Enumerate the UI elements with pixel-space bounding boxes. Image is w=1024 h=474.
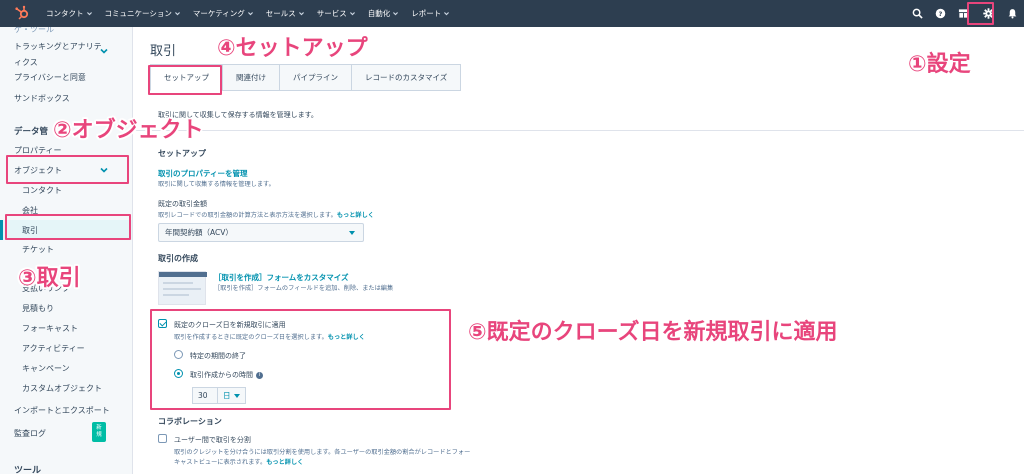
highlight-close-date bbox=[150, 309, 451, 410]
nav-label: セールス bbox=[265, 9, 296, 18]
tab-pipelines[interactable]: パイプライン bbox=[279, 64, 352, 91]
sidebar-item-sandbox[interactable]: サンドボックス bbox=[14, 93, 70, 104]
sidebar-item-audit-log[interactable]: 監査ログ bbox=[14, 428, 46, 439]
nav-reports[interactable]: レポート bbox=[411, 8, 450, 19]
chevron-down-icon bbox=[393, 12, 399, 16]
annotation-setup: ④セットアップ bbox=[217, 36, 368, 61]
learn-more-link[interactable]: もっと詳しく bbox=[337, 212, 374, 219]
nav-label: レポート bbox=[411, 9, 442, 18]
bell-icon bbox=[1008, 9, 1017, 19]
nav-automation[interactable]: 自動化 bbox=[368, 8, 399, 19]
sidebar-item-custom-objects[interactable]: カスタムオブジェクト bbox=[22, 383, 102, 394]
thumbnail-line bbox=[163, 288, 201, 290]
split-deals-checkbox[interactable] bbox=[158, 434, 167, 443]
section-title-creation: 取引の作成 bbox=[158, 254, 198, 263]
caret-down-icon bbox=[349, 231, 355, 235]
badge-text: 新 bbox=[96, 425, 102, 432]
learn-more-link[interactable]: もっと詳しく bbox=[266, 459, 303, 466]
nav-label: コミュニケーション bbox=[104, 9, 172, 18]
tab-associations[interactable]: 関連付け bbox=[222, 64, 280, 91]
highlight-settings bbox=[967, 2, 994, 25]
form-preview-thumbnail bbox=[158, 271, 207, 305]
split-deals-label: ユーザー間で取引を分割 bbox=[174, 436, 251, 444]
split-deals-description-2: キャストビューに表示されます。もっと詳しく bbox=[174, 457, 303, 466]
chevron-down-icon[interactable] bbox=[100, 48, 108, 54]
select-value: 年間契約額（ACV） bbox=[165, 228, 233, 237]
help-button[interactable]: ? bbox=[929, 0, 952, 27]
sidebar-item-cut[interactable]: ゲ・ツール bbox=[14, 27, 54, 35]
nav-contacts[interactable]: コンタクト bbox=[46, 8, 92, 19]
default-amount-description: 取引レコードでの取引金額の計算方法と表示方法を選択します。もっと詳しく bbox=[158, 210, 374, 219]
tab-record-customization[interactable]: レコードのカスタマイズ bbox=[351, 64, 462, 91]
setup-link-description: 取引に関して収集する情報を管理します。 bbox=[158, 181, 275, 188]
top-nav-bar: コンタクト コミュニケーション マーケティング セールス サービス 自動化 レポ… bbox=[0, 0, 1024, 27]
split-deals-description: 取引のクレジットを分け合うには取引分割を使用します。各ユーザーの取引金額の割合が… bbox=[174, 449, 471, 456]
main-nav: コンタクト コミュニケーション マーケティング セールス サービス 自動化 レポ… bbox=[46, 0, 450, 27]
highlight-setup-tab bbox=[148, 65, 222, 95]
sidebar-item-import-export[interactable]: インポートとエクスポート bbox=[14, 405, 110, 416]
annotation-settings: ①設定 bbox=[908, 52, 971, 77]
chevron-down-icon bbox=[349, 12, 355, 16]
highlight-deals bbox=[5, 214, 131, 240]
chevron-down-icon bbox=[174, 12, 180, 16]
highlight-objects bbox=[6, 155, 129, 184]
nav-label: 自動化 bbox=[367, 9, 391, 18]
chevron-down-icon bbox=[86, 12, 92, 16]
search-icon bbox=[912, 8, 923, 19]
sidebar-item-campaigns[interactable]: キャンペーン bbox=[22, 363, 70, 374]
notifications-button[interactable] bbox=[1001, 0, 1024, 27]
manage-deal-properties-link[interactable]: 取引のプロパティーを管理 bbox=[158, 168, 248, 179]
settings-sidebar: ゲ・ツール トラッキングとアナリテ ィクス プライバシーと同意 サンドボックス … bbox=[0, 27, 133, 474]
sidebar-item-tracking[interactable]: トラッキングとアナリテ ィクス bbox=[14, 41, 102, 68]
annotation-deals: ③取引 bbox=[18, 266, 81, 291]
sidebar-item-activities[interactable]: アクティビティー bbox=[22, 343, 85, 354]
sidebar-item-forecast[interactable]: フォーキャスト bbox=[22, 323, 78, 334]
section-title-setup: セットアップ bbox=[158, 149, 206, 158]
sidebar-item-label: トラッキングとアナリテ bbox=[14, 42, 102, 51]
creation-description: ［取引を作成］フォームのフィールドを追加、削除、または編集 bbox=[214, 285, 394, 292]
thumbnail-line bbox=[163, 294, 189, 296]
chevron-down-icon bbox=[444, 12, 450, 16]
top-right-tools: ? bbox=[906, 0, 1024, 27]
description-text: 取引レコードでの取引金額の計算方法と表示方法を選択します。 bbox=[158, 212, 337, 219]
sidebar-item-contacts[interactable]: コンタクト bbox=[22, 185, 62, 196]
sidebar-section-data: データ管 bbox=[14, 127, 49, 137]
new-badge: 新 規 bbox=[92, 422, 106, 442]
sidebar-item-label: ィクス bbox=[14, 58, 38, 67]
thumbnail-line bbox=[163, 282, 193, 284]
divider bbox=[134, 130, 1024, 131]
hubspot-logo-icon[interactable] bbox=[14, 5, 30, 21]
sidebar-section-tools: ツール bbox=[14, 466, 42, 474]
badge-text: 規 bbox=[96, 432, 102, 438]
annotation-objects: ②オブジェクト bbox=[53, 118, 204, 143]
nav-label: サービス bbox=[316, 9, 347, 18]
description-text: キャストビューに表示されます。 bbox=[174, 459, 267, 466]
default-amount-label: 既定の取引金額 bbox=[158, 200, 207, 208]
chevron-down-icon bbox=[298, 12, 304, 16]
sidebar-item-privacy[interactable]: プライバシーと同意 bbox=[14, 72, 86, 83]
nav-label: マーケティング bbox=[192, 9, 245, 18]
nav-marketing[interactable]: マーケティング bbox=[193, 8, 253, 19]
sidebar-item-quotes[interactable]: 見積もり bbox=[22, 303, 54, 314]
customize-create-form-link[interactable]: ［取引を作成］フォームをカスタマイズ bbox=[214, 272, 349, 283]
nav-communications[interactable]: コミュニケーション bbox=[105, 8, 180, 19]
svg-text:?: ? bbox=[939, 10, 943, 18]
section-title-collaboration: コラボレーション bbox=[158, 417, 222, 426]
page-title: 取引 bbox=[150, 44, 177, 59]
help-icon: ? bbox=[935, 8, 946, 19]
sidebar-item-tickets[interactable]: チケット bbox=[22, 244, 54, 255]
chevron-down-icon bbox=[247, 12, 253, 16]
thumbnail-header bbox=[159, 272, 207, 277]
default-amount-select[interactable]: 年間契約額（ACV） bbox=[158, 223, 364, 242]
nav-label: コンタクト bbox=[46, 9, 84, 18]
search-button[interactable] bbox=[906, 0, 929, 27]
annotation-close-date: ⑤既定のクローズ日を新規取引に適用 bbox=[468, 320, 838, 345]
nav-service[interactable]: サービス bbox=[317, 8, 355, 19]
nav-sales[interactable]: セールス bbox=[266, 8, 304, 19]
